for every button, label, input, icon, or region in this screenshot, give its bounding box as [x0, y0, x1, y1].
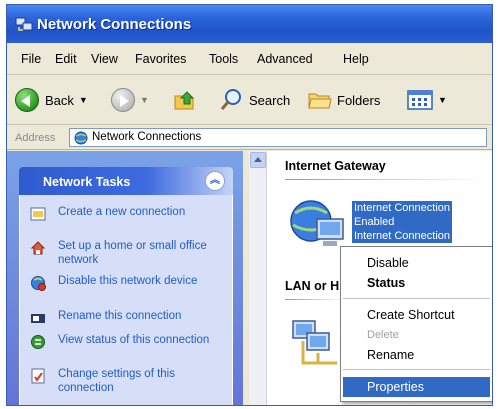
forward-dropdown-icon[interactable]: ▼: [140, 95, 149, 105]
back-button[interactable]: Back ▼: [15, 87, 88, 113]
folders-label: Folders: [337, 92, 381, 108]
address-value: Network Connections: [92, 131, 202, 143]
toolbar: Back ▼ ▼ Search Folders ▼: [7, 75, 492, 125]
task-label: Create a new connection: [58, 206, 186, 218]
scroll-up-arrow-icon[interactable]: [250, 152, 266, 168]
context-menu: Disable Status Create Shortcut Delete Re…: [340, 246, 492, 402]
menu-help[interactable]: Help: [343, 52, 369, 66]
search-button[interactable]: Search: [219, 87, 290, 113]
search-label: Search: [249, 92, 291, 108]
new-connection-icon: [30, 207, 46, 221]
menu-item-status[interactable]: Status: [343, 273, 490, 293]
up-folder-button[interactable]: [173, 87, 197, 113]
up-folder-icon: [174, 91, 195, 110]
explorer-window: Network Connections File Edit View Favor…: [6, 4, 493, 406]
views-button[interactable]: ▼: [407, 87, 447, 113]
back-arrow-icon: [15, 88, 39, 112]
address-label: Address: [15, 132, 56, 144]
menu-item-rename[interactable]: Rename: [343, 345, 490, 365]
menu-item-disable[interactable]: Disable: [343, 253, 490, 273]
task-pane: Network Tasks ︽ Create a new connection …: [7, 151, 243, 405]
title-bar[interactable]: Network Connections: [7, 5, 492, 43]
back-dropdown-icon[interactable]: ▼: [79, 95, 88, 105]
views-icon: [407, 90, 433, 110]
window-title: Network Connections: [37, 16, 192, 33]
settings-icon: [31, 368, 45, 384]
task-label: Set up a home or small office network: [58, 240, 207, 266]
group-divider: [285, 299, 345, 300]
menu-favorites[interactable]: Favorites: [135, 52, 186, 66]
connection-name: Internet Connection: [352, 201, 453, 215]
collapse-chevron-icon[interactable]: ︽: [205, 171, 225, 191]
task-label: Disable this network device: [58, 275, 198, 287]
disable-device-icon: [31, 276, 46, 291]
group-divider: [285, 179, 485, 180]
network-globe-icon: [74, 131, 88, 145]
back-label: Back: [45, 92, 74, 108]
vertical-scrollbar[interactable]: [249, 151, 267, 405]
task-label: Rename this connection: [58, 310, 182, 322]
menu-tools[interactable]: Tools: [209, 52, 238, 66]
network-tasks-list: Create a new connection Set up a home or…: [19, 195, 233, 405]
menu-bar: File Edit View Favorites Tools Advanced …: [7, 43, 492, 75]
connection-status: Enabled: [352, 215, 453, 229]
menu-item-delete: Delete: [367, 329, 399, 341]
menu-separator: [343, 298, 490, 299]
views-dropdown-icon[interactable]: ▼: [438, 95, 447, 105]
menu-view[interactable]: View: [91, 52, 118, 66]
group-lan: LAN or H: [285, 279, 340, 293]
internet-connection-label[interactable]: Internet Connection Enabled Internet Con…: [352, 201, 453, 243]
home-network-icon: [30, 241, 46, 255]
search-icon: [220, 89, 241, 110]
folders-icon: [308, 93, 332, 109]
connection-type: Internet Connection: [352, 229, 453, 243]
menu-file[interactable]: File: [21, 52, 41, 66]
rename-icon: [31, 314, 45, 323]
menu-edit[interactable]: Edit: [55, 52, 77, 66]
task-label: Change settings of this connection: [58, 368, 175, 394]
network-tasks-header[interactable]: Network Tasks ︽: [19, 167, 233, 195]
task-label: View status of this connection: [58, 334, 210, 346]
menu-item-properties[interactable]: Properties: [343, 377, 490, 397]
group-internet-gateway: Internet Gateway: [285, 159, 386, 173]
network-tasks-title: Network Tasks: [43, 175, 131, 189]
address-bar: Address Network Connections: [7, 126, 492, 150]
status-icon: [31, 335, 45, 349]
network-connections-icon: [15, 17, 33, 31]
forward-arrow-icon: [111, 88, 135, 112]
folders-button[interactable]: Folders: [307, 87, 380, 113]
menu-advanced[interactable]: Advanced: [257, 52, 313, 66]
forward-button[interactable]: ▼: [111, 87, 149, 113]
address-field[interactable]: Network Connections: [69, 128, 487, 147]
menu-separator: [343, 369, 490, 370]
menu-item-create-shortcut[interactable]: Create Shortcut: [343, 305, 490, 325]
